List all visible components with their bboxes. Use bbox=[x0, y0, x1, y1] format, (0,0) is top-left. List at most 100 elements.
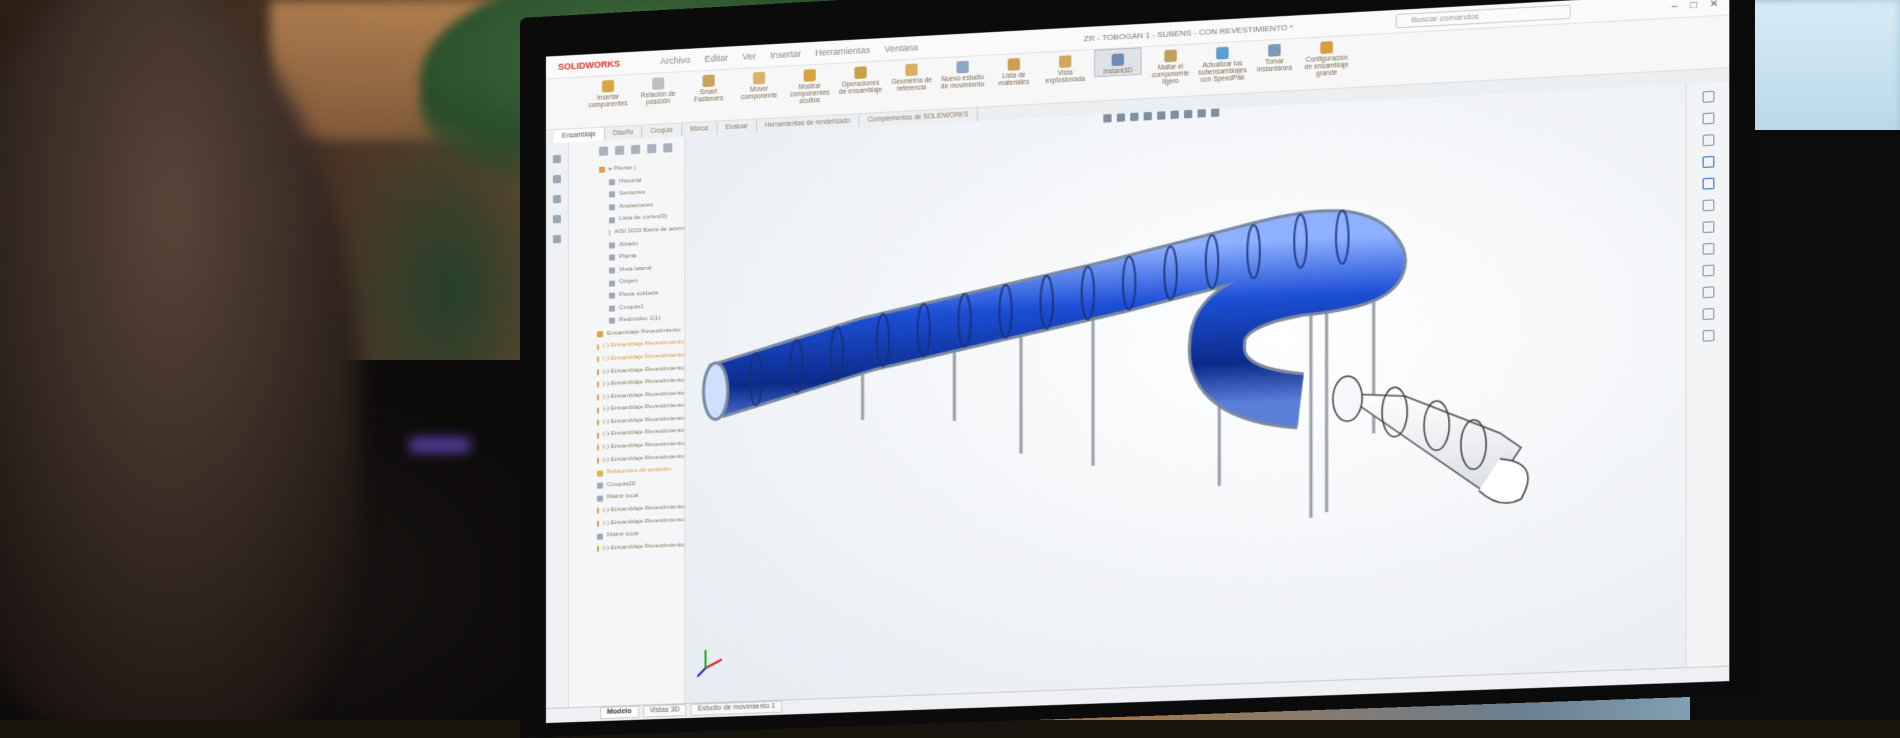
ribbon-button[interactable]: Mallar el componente ligero bbox=[1148, 44, 1194, 86]
task-pane bbox=[1685, 81, 1730, 669]
solidworks-resources-icon[interactable] bbox=[1702, 90, 1714, 103]
tree-item-icon bbox=[596, 432, 599, 439]
tree-item-icon bbox=[596, 469, 603, 477]
tree-item-icon bbox=[596, 495, 603, 502]
tree-item-icon bbox=[609, 254, 616, 262]
spline-icon[interactable] bbox=[1702, 308, 1714, 321]
line-icon[interactable] bbox=[1702, 221, 1714, 234]
tree-item-icon bbox=[596, 381, 599, 388]
ribbon-button[interactable]: Vista explosionada bbox=[1043, 50, 1088, 85]
cad-application-window: SOLIDWORKS Archivo Editar Ver Insertar Herra… bbox=[545, 0, 1730, 738]
ribbon-button-label: Instant3D bbox=[1103, 67, 1133, 76]
ribbon-button[interactable]: Instant3D bbox=[1094, 47, 1142, 78]
ribbon-button-label: Mallar el componente ligero bbox=[1152, 63, 1190, 86]
design-library-icon[interactable] bbox=[1702, 112, 1714, 125]
tree-item-icon bbox=[596, 444, 599, 452]
ribbon-button-icon bbox=[601, 79, 615, 93]
ribbon-button[interactable]: Smart Fasteners bbox=[686, 70, 730, 105]
ribbon-button[interactable]: Operaciones de ensamblaje bbox=[838, 61, 883, 96]
ribbon-button-icon bbox=[803, 68, 816, 82]
tree-item-icon bbox=[609, 267, 616, 274]
tree-tab-icon[interactable] bbox=[631, 144, 641, 155]
slide-3d-model[interactable] bbox=[685, 89, 1595, 699]
ribbon-button[interactable]: Actualizar los subensamblajes con SpeedP… bbox=[1198, 42, 1247, 84]
property-manager-icon[interactable] bbox=[552, 174, 561, 184]
ribbon-button[interactable]: Tomar instantánea bbox=[1252, 39, 1298, 74]
tree-item-icon bbox=[609, 179, 616, 186]
view-palette-icon[interactable] bbox=[1702, 155, 1714, 168]
ribbon-button-label: Smart Fasteners bbox=[694, 88, 724, 104]
ribbon-button-label: Relación de posición bbox=[640, 90, 676, 107]
display-manager-icon[interactable] bbox=[552, 234, 561, 244]
tree-item-label: Croquis1 bbox=[619, 302, 644, 311]
configuration-manager-icon[interactable] bbox=[552, 194, 561, 204]
tree-item-label: Croquis20 bbox=[607, 479, 636, 489]
ribbon-button[interactable]: Nuevo estudio de movimiento bbox=[940, 56, 985, 91]
ribbon-button[interactable]: Lista de materiales bbox=[991, 53, 1036, 88]
graphics-area[interactable] bbox=[685, 83, 1686, 705]
window-controls: – □ ✕ bbox=[1672, 0, 1719, 12]
menu-item[interactable]: Archivo bbox=[660, 55, 690, 67]
ribbon-button-icon bbox=[1268, 43, 1281, 57]
ribbon-button-icon bbox=[1059, 55, 1072, 69]
ribbon-button[interactable]: Insertar componentes bbox=[586, 75, 630, 109]
tree-item-icon bbox=[609, 292, 616, 299]
ribbon-button-icon bbox=[1164, 49, 1177, 63]
tree-item-icon bbox=[596, 331, 603, 338]
tree-tab-icon[interactable] bbox=[615, 145, 625, 156]
ribbon-button-icon bbox=[1320, 41, 1333, 54]
menu-item[interactable]: Editar bbox=[705, 53, 729, 64]
tree-item-label: (-) Ensamblaje Revestimiento bbox=[602, 541, 685, 552]
ribbon-button[interactable]: Mostrar componentes ocultos bbox=[787, 64, 832, 106]
tree-tab-icon[interactable] bbox=[598, 146, 609, 156]
menu-item[interactable]: Herramientas bbox=[815, 45, 870, 58]
ribbon-button-label: Geometría de referencia bbox=[891, 76, 932, 93]
appearances-icon[interactable] bbox=[1702, 177, 1714, 190]
tree-item-icon bbox=[596, 533, 603, 540]
custom-properties-icon[interactable] bbox=[1702, 199, 1714, 212]
ribbon-button[interactable]: Geometría de referencia bbox=[889, 59, 934, 94]
ribbon-button-label: Tomar instantánea bbox=[1256, 57, 1292, 74]
monitor: SOLIDWORKS Archivo Editar Ver Insertar Herra… bbox=[520, 0, 1755, 738]
ribbon-button-icon bbox=[1216, 46, 1229, 60]
tree-item-icon bbox=[596, 457, 599, 464]
model-tab[interactable]: Vistas 3D bbox=[642, 704, 687, 718]
tree-item-label: Planta bbox=[619, 252, 637, 261]
file-explorer-icon[interactable] bbox=[1702, 134, 1714, 147]
ribbon-button[interactable]: Configuración de ensamblaje grande bbox=[1304, 36, 1350, 78]
maximize-button[interactable]: □ bbox=[1690, 0, 1696, 11]
minimize-button[interactable]: – bbox=[1672, 0, 1678, 12]
coordinate-triad bbox=[697, 649, 721, 676]
ribbon-button-icon bbox=[1007, 57, 1020, 71]
rectangle-icon[interactable] bbox=[1702, 242, 1714, 255]
menu-item[interactable]: Ventana bbox=[885, 42, 919, 54]
ribbon-button-label: Actualizar los subensamblajes con SpeedP… bbox=[1198, 60, 1247, 84]
ribbon-button[interactable]: Mover componente bbox=[737, 67, 782, 102]
search-commands-input[interactable]: Buscar comandos bbox=[1395, 4, 1571, 29]
tree-item-label: Origen bbox=[619, 277, 638, 286]
circle-icon[interactable] bbox=[1702, 264, 1714, 277]
close-button[interactable]: ✕ bbox=[1710, 0, 1719, 10]
ribbon-button-label: Insertar componentes bbox=[588, 93, 628, 110]
dimxpert-icon[interactable] bbox=[552, 214, 561, 224]
ribbon-button-icon bbox=[905, 63, 918, 77]
text-icon[interactable] bbox=[1702, 329, 1714, 342]
menu-item[interactable]: Ver bbox=[742, 51, 756, 62]
tree-item-icon bbox=[596, 508, 599, 515]
workspace: ▸ Piezas (Historial Sensores Anotaciones Li… bbox=[545, 81, 1730, 710]
tree-tab-icon[interactable] bbox=[647, 143, 657, 154]
tree-item-label: Alzado bbox=[619, 239, 639, 248]
ribbon-button-label: Configuración de ensamblaje grande bbox=[1304, 54, 1349, 78]
tree-item-icon bbox=[609, 229, 611, 236]
ribbon-button[interactable]: Relación de posición bbox=[636, 72, 680, 107]
feature-manager-icon[interactable] bbox=[552, 154, 561, 164]
arc-icon[interactable] bbox=[1702, 286, 1714, 299]
tree-tab-icon[interactable] bbox=[663, 143, 673, 153]
model-tab[interactable]: Modelo bbox=[599, 705, 639, 720]
tree-item-icon bbox=[596, 369, 599, 376]
menu-item[interactable]: Insertar bbox=[770, 49, 801, 61]
tree-item-icon bbox=[609, 204, 616, 211]
tree-item-icon bbox=[596, 545, 599, 552]
ribbon-button-icon bbox=[956, 60, 969, 74]
tree-item-icon bbox=[596, 520, 599, 527]
